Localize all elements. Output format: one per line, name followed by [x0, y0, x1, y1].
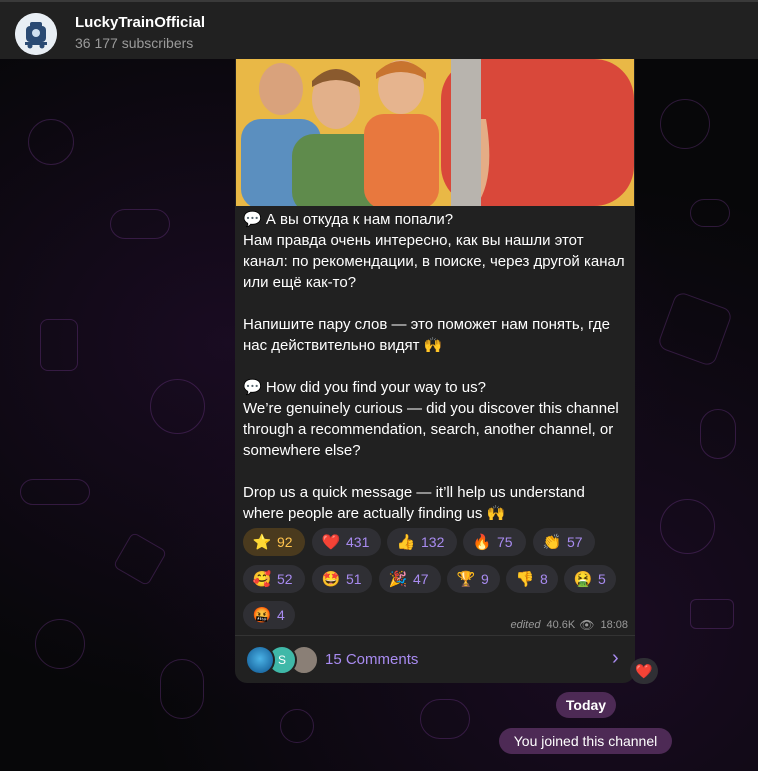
eye-icon: 👁: [579, 618, 595, 632]
thumbs-down-icon: 👎: [515, 571, 535, 588]
view-count: 40.6K: [546, 619, 576, 631]
reaction-count: 5: [598, 571, 606, 587]
fire-reaction[interactable]: 🔥 75: [463, 528, 526, 556]
smiling-hearts-reaction[interactable]: 🥰 52: [243, 565, 305, 593]
channel-name[interactable]: LuckyTrainOfficial: [75, 14, 205, 31]
post-illustration[interactable]: [236, 59, 634, 206]
reaction-count: 132: [421, 534, 445, 550]
comments-button[interactable]: S 15 Comments ›: [235, 636, 635, 683]
subscriber-count: 36 177 subscribers: [75, 35, 194, 51]
thumbs-up-icon: 👍: [396, 534, 416, 551]
edited-label: edited: [510, 619, 541, 631]
trophy-reaction[interactable]: 🏆 9: [447, 565, 500, 593]
cursing-reaction[interactable]: 🤬 4: [243, 601, 295, 629]
reaction-count: 4: [277, 607, 285, 623]
heart-reaction[interactable]: ❤️ 431: [312, 528, 381, 556]
star-icon: ⭐: [252, 534, 272, 551]
star-reaction[interactable]: ⭐ 92: [243, 528, 305, 556]
reaction-count: 92: [277, 534, 293, 550]
post-meta: edited 40.6K 👁 18:08: [490, 617, 629, 633]
commenter-avatar: [245, 645, 275, 675]
reaction-count: 47: [413, 571, 429, 587]
reaction-count: 75: [497, 534, 513, 550]
comments-label: 15 Comments: [325, 651, 419, 668]
reaction-count: 8: [540, 571, 548, 587]
post-text: 💬 А вы откуда к нам попали? Нам правда о…: [243, 211, 625, 522]
channel-post[interactable]: 💬 А вы откуда к нам попали? Нам правда о…: [235, 59, 635, 683]
chat-header[interactable]: LuckyTrainOfficial 36 177 subscribers: [0, 0, 758, 59]
post-time: 18:08: [600, 619, 628, 631]
train-logo-icon: [15, 13, 57, 55]
thumbs-down-reaction[interactable]: 👎 8: [506, 565, 558, 593]
channel-avatar[interactable]: [15, 13, 57, 55]
chevron-right-icon: ›: [612, 647, 619, 669]
date-separator: Today: [556, 692, 616, 718]
reaction-count: 431: [346, 534, 370, 550]
reaction-count: 57: [567, 534, 583, 550]
vomit-reaction[interactable]: 🤮 5: [564, 565, 616, 593]
joined-channel-notice: You joined this channel: [499, 728, 672, 754]
party-reaction[interactable]: 🎉 47: [379, 565, 441, 593]
vomit-face-icon: 🤮: [573, 571, 593, 588]
trophy-icon: 🏆: [456, 571, 476, 588]
heart-icon: ❤️: [321, 534, 341, 551]
reaction-count: 9: [481, 571, 489, 587]
own-heart-reaction[interactable]: ❤️: [630, 658, 658, 684]
fire-icon: 🔥: [472, 534, 492, 551]
party-popper-icon: 🎉: [388, 571, 408, 588]
cursing-face-icon: 🤬: [252, 607, 272, 624]
people-illustration-icon: [236, 59, 634, 206]
star-struck-icon: 🤩: [321, 571, 341, 588]
clap-reaction[interactable]: 👏 57: [533, 528, 595, 556]
star-struck-reaction[interactable]: 🤩 51: [312, 565, 372, 593]
reaction-count: 51: [346, 571, 362, 587]
thumbs-up-reaction[interactable]: 👍 132: [387, 528, 457, 556]
reaction-count: 52: [277, 571, 293, 587]
smiling-hearts-icon: 🥰: [252, 571, 272, 588]
clap-icon: 👏: [542, 534, 562, 551]
